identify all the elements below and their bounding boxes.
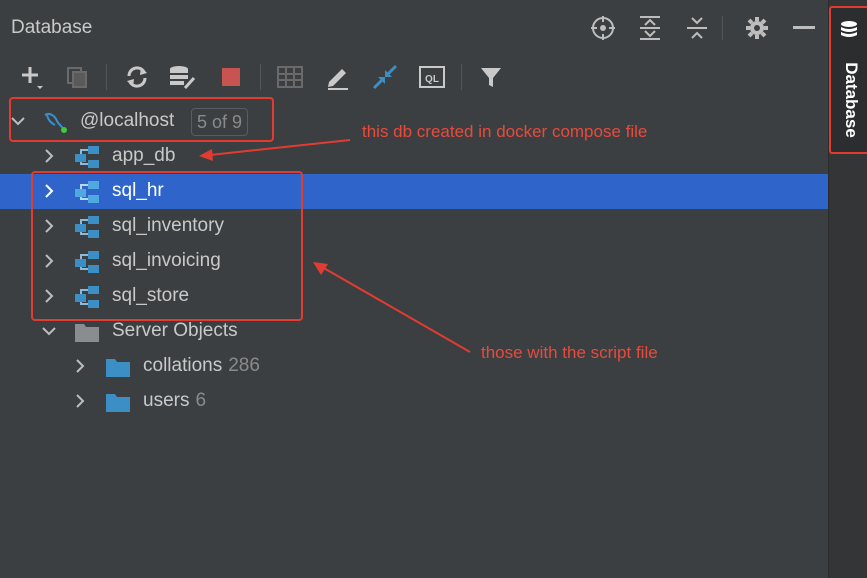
annotation-arrowhead-app-db <box>199 149 213 161</box>
annotation-arrow-script <box>321 266 471 353</box>
right-tool-strip: Database <box>828 0 867 578</box>
database-panel: Database QL @localhost 5 of 9 app_db sql… <box>0 0 828 578</box>
annotation-note-script: those with the script file <box>481 343 658 362</box>
database-icon <box>841 21 857 37</box>
annotation-arrows <box>199 139 471 353</box>
database-tab-label: Database <box>842 62 861 138</box>
annotation-arrow-app-db <box>209 139 351 156</box>
annotation-note-app-db: this db created in docker compose file <box>362 122 648 141</box>
database-tool-tab[interactable]: Database <box>829 6 867 154</box>
